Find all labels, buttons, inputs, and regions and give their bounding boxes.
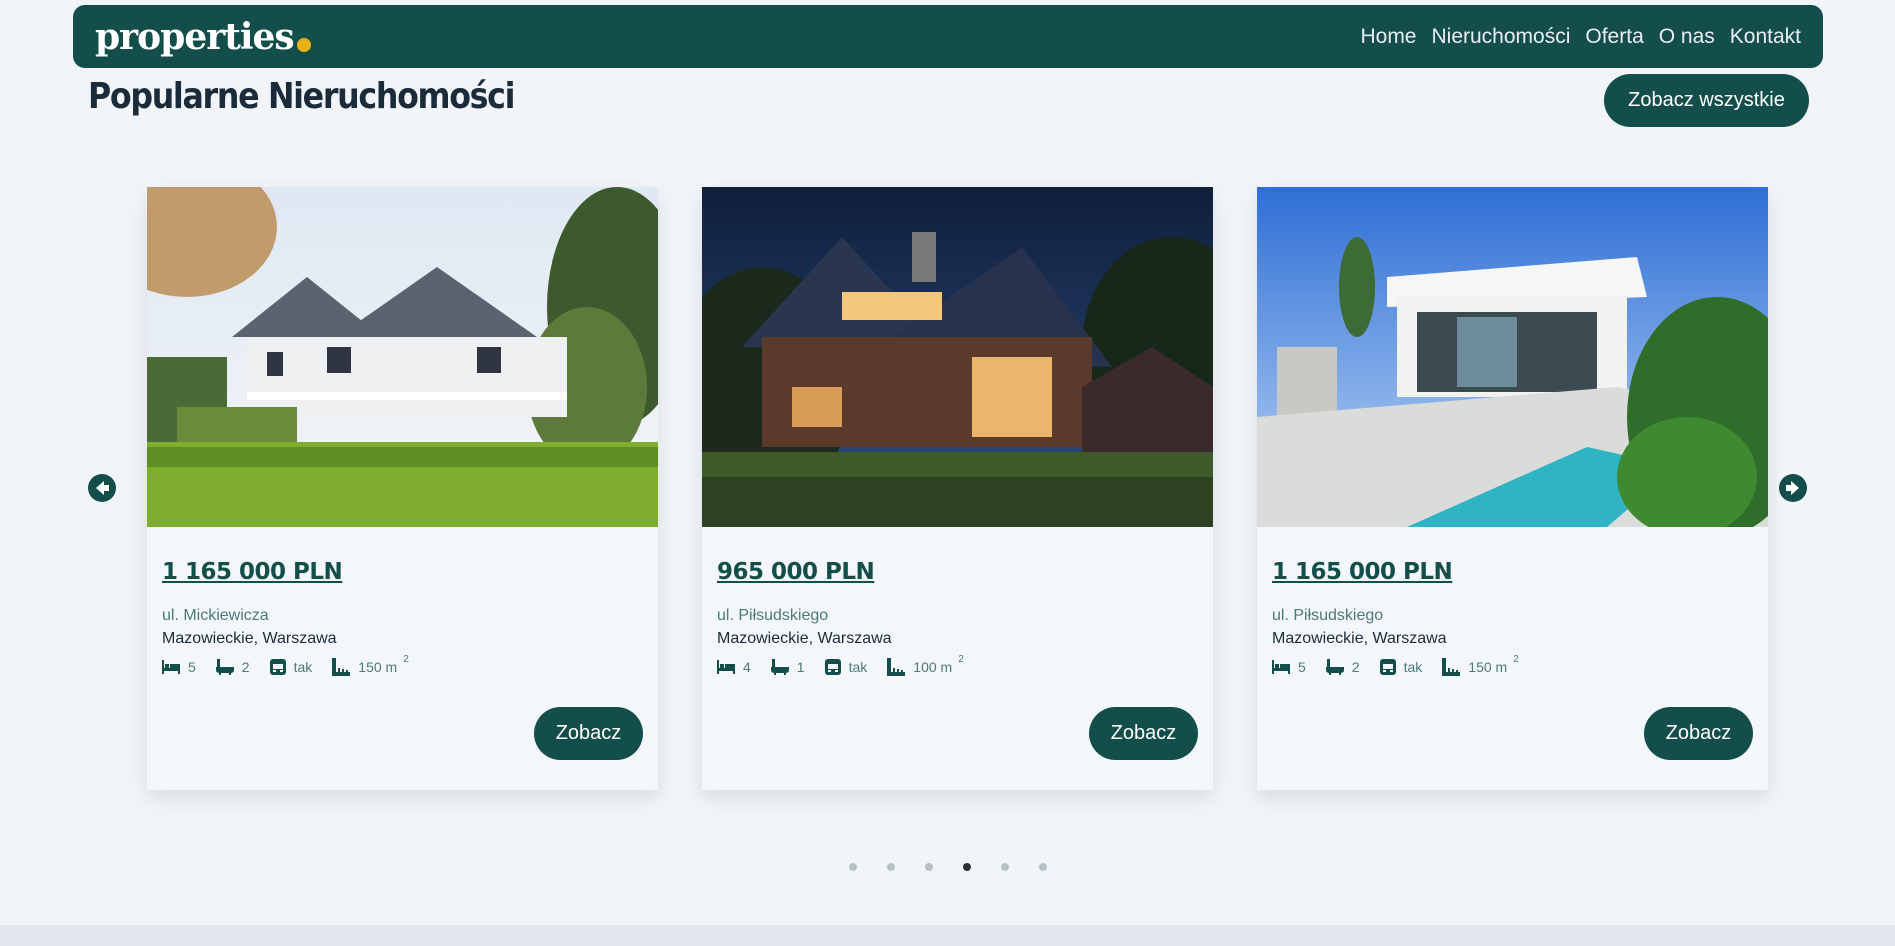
area-unit-superscript: 2 xyxy=(1513,653,1519,665)
carousel-pagination xyxy=(849,863,1077,871)
property-card: 965 000 PLN ul. Piłsudskiego Mazowieckie… xyxy=(702,187,1213,790)
property-region: Mazowieckie, Warszawa xyxy=(717,630,892,647)
property-image-wooden-house-night[interactable] xyxy=(702,187,1213,527)
garage-icon xyxy=(269,659,286,675)
card-body: 1 165 000 PLN ul. Mickiewicza Mazowiecki… xyxy=(147,527,658,790)
view-property-button[interactable]: Zobacz xyxy=(1089,707,1198,760)
property-region: Mazowieckie, Warszawa xyxy=(1272,630,1447,647)
bed-icon xyxy=(1272,660,1290,674)
parking-feature: tak xyxy=(269,659,313,675)
nav-link-properties[interactable]: Nieruchomości xyxy=(1432,25,1571,49)
arrow-right-icon xyxy=(1786,481,1799,495)
property-region: Mazowieckie, Warszawa xyxy=(162,630,337,647)
garage-icon xyxy=(1379,659,1396,675)
bed-icon xyxy=(717,660,735,674)
beds-feature: 5 xyxy=(1272,659,1306,675)
logo-dot-icon xyxy=(296,37,311,52)
property-features: 5 2 tak 150 m 2 xyxy=(1272,654,1753,676)
area-icon xyxy=(1442,658,1461,676)
nav-links: Home Nieruchomości Oferta O nas Kontakt xyxy=(1345,25,1801,49)
card-body: 1 165 000 PLN ul. Piłsudskiego Mazowieck… xyxy=(1257,527,1768,790)
arrow-left-icon xyxy=(96,481,109,495)
carousel-next-button[interactable] xyxy=(1779,474,1807,502)
area-value: 100 m xyxy=(913,659,953,675)
bath-icon xyxy=(215,659,234,675)
logo[interactable]: properties xyxy=(95,19,311,55)
parking-feature: tak xyxy=(1379,659,1423,675)
carousel-dot[interactable] xyxy=(1001,863,1009,871)
area-feature: 150 m 2 xyxy=(332,654,409,676)
carousel-dot[interactable] xyxy=(925,863,933,871)
area-value: 150 m xyxy=(358,659,398,675)
area-feature: 150 m 2 xyxy=(1442,654,1519,676)
baths-feature: 1 xyxy=(770,659,805,675)
parking-value: tak xyxy=(1403,659,1423,675)
parking-value: tak xyxy=(848,659,868,675)
see-all-button[interactable]: Zobacz wszystkie xyxy=(1604,74,1809,127)
property-street: ul. Piłsudskiego xyxy=(1272,607,1384,624)
property-image-modern-villa-pool[interactable] xyxy=(1257,187,1768,527)
logo-text: properties xyxy=(95,15,295,58)
nav-link-about[interactable]: O nas xyxy=(1659,25,1715,49)
view-property-button[interactable]: Zobacz xyxy=(1644,707,1753,760)
nav-link-contact[interactable]: Kontakt xyxy=(1730,25,1801,49)
property-card: 1 165 000 PLN ul. Mickiewicza Mazowiecki… xyxy=(147,187,658,790)
baths-count: 2 xyxy=(1351,659,1360,675)
area-unit-superscript: 2 xyxy=(958,653,964,665)
beds-feature: 4 xyxy=(717,659,751,675)
carousel-dot-active[interactable] xyxy=(963,863,971,871)
top-navbar: properties Home Nieruchomości Oferta O n… xyxy=(73,5,1823,68)
bed-icon xyxy=(162,660,180,674)
property-card: 1 165 000 PLN ul. Piłsudskiego Mazowieck… xyxy=(1257,187,1768,790)
property-price[interactable]: 965 000 PLN xyxy=(717,559,875,585)
baths-feature: 2 xyxy=(1325,659,1360,675)
property-features: 4 1 tak 100 m 2 xyxy=(717,654,1198,676)
baths-count: 2 xyxy=(241,659,250,675)
view-property-button[interactable]: Zobacz xyxy=(534,707,643,760)
baths-feature: 2 xyxy=(215,659,250,675)
property-price[interactable]: 1 165 000 PLN xyxy=(162,559,343,585)
beds-count: 5 xyxy=(1298,659,1306,675)
carousel-dot[interactable] xyxy=(849,863,857,871)
carousel-dot[interactable] xyxy=(887,863,895,871)
footer-strip xyxy=(0,925,1895,946)
section-title: Popularne Nieruchomości xyxy=(88,76,516,117)
baths-count: 1 xyxy=(796,659,805,675)
beds-count: 5 xyxy=(188,659,196,675)
nav-link-home[interactable]: Home xyxy=(1360,25,1416,49)
property-street: ul. Mickiewicza xyxy=(162,607,269,624)
property-price[interactable]: 1 165 000 PLN xyxy=(1272,559,1453,585)
garage-icon xyxy=(824,659,841,675)
area-icon xyxy=(332,658,351,676)
card-body: 965 000 PLN ul. Piłsudskiego Mazowieckie… xyxy=(702,527,1213,790)
beds-count: 4 xyxy=(743,659,751,675)
carousel-dot[interactable] xyxy=(1039,863,1047,871)
area-unit-superscript: 2 xyxy=(403,653,409,665)
bath-icon xyxy=(1325,659,1344,675)
parking-feature: tak xyxy=(824,659,868,675)
parking-value: tak xyxy=(293,659,313,675)
property-street: ul. Piłsudskiego xyxy=(717,607,829,624)
property-features: 5 2 tak 150 m 2 xyxy=(162,654,643,676)
area-value: 150 m xyxy=(1468,659,1508,675)
nav-link-offer[interactable]: Oferta xyxy=(1585,25,1643,49)
carousel-prev-button[interactable] xyxy=(88,474,116,502)
property-image-white-house[interactable] xyxy=(147,187,658,527)
area-icon xyxy=(887,658,906,676)
bath-icon xyxy=(770,659,789,675)
area-feature: 100 m 2 xyxy=(887,654,964,676)
beds-feature: 5 xyxy=(162,659,196,675)
